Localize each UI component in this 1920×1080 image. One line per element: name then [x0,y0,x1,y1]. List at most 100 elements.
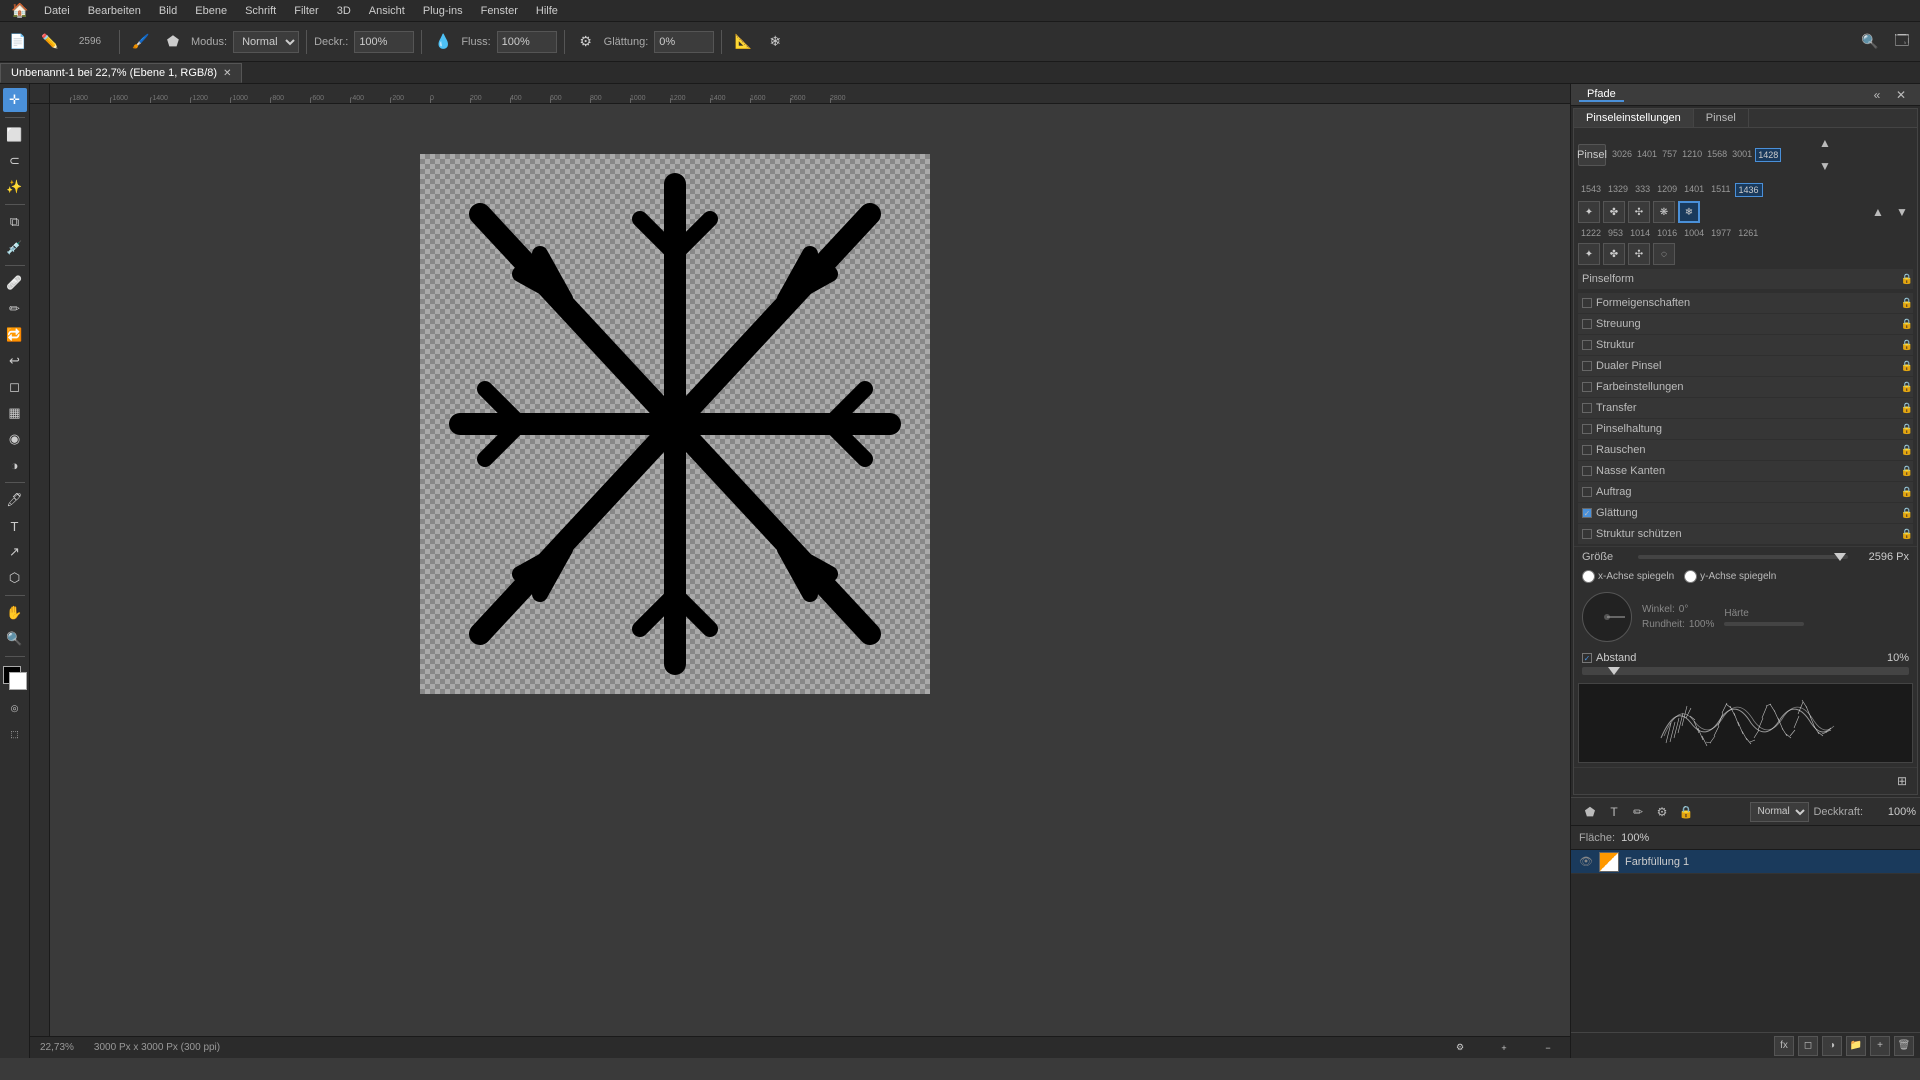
brush-nav-up[interactable]: ▲ [1867,201,1889,223]
tool-blur[interactable]: ◉ [3,427,27,451]
menu-ansicht[interactable]: Ansicht [361,3,413,19]
tool-path-select[interactable]: ↗ [3,540,27,564]
pinselhaltung-lock[interactable]: 🔒 [1901,424,1913,435]
pinselhaltung-row[interactable]: Pinselhaltung 🔒 [1578,419,1913,439]
transfer-lock[interactable]: 🔒 [1901,403,1913,414]
pfade-tab[interactable]: Pfade [1579,88,1624,102]
canvas-viewport[interactable] [50,104,1570,1036]
group-btn[interactable]: 📁 [1846,1036,1866,1056]
struktur-schutzen-lock[interactable]: 🔒 [1901,529,1913,540]
tool-brush[interactable]: ✏ [3,297,27,321]
tool-history-brush[interactable]: ↩ [3,349,27,373]
abstand-check[interactable] [1582,653,1592,663]
rauschen-row[interactable]: Rauschen 🔒 [1578,440,1913,460]
tool-hand[interactable]: ✋ [3,601,27,625]
layer-icon-3[interactable]: ✏ [1627,801,1649,823]
brush-icon-b3[interactable]: ✣ [1628,243,1650,265]
canvas-area[interactable]: -1800 -1600 -1400 -1200 -1000 -800 -600 … [30,84,1570,1058]
transfer-row[interactable]: Transfer 🔒 [1578,398,1913,418]
tool-crop[interactable]: ⧉ [3,210,27,234]
doc-tab-close[interactable]: ✕ [223,68,231,79]
streuung-lock[interactable]: 🔒 [1901,319,1913,330]
struktur-schutzen-row[interactable]: Struktur schützen 🔒 [1578,524,1913,544]
menu-hilfe[interactable]: Hilfe [528,3,566,19]
tool-heal[interactable]: 🩹 [3,271,27,295]
dualer-lock[interactable]: 🔒 [1901,361,1913,372]
brush-icon-selected[interactable]: ❄ [1678,201,1700,223]
brush-tab[interactable]: Pinsel [1694,109,1749,127]
farbeinstellungen-row[interactable]: Farbeinstellungen 🔒 [1578,377,1913,397]
tool-gradient[interactable]: ▦ [3,401,27,425]
blend-mode-select[interactable]: Normal [1750,802,1809,822]
brush-tool-btn[interactable]: ✏️ [36,28,64,56]
formeigenschaften-lock[interactable]: 🔒 [1901,298,1913,309]
angle-btn[interactable]: 📐 [729,28,757,56]
menu-plugins[interactable]: Plug-ins [415,3,471,19]
brush-icon-b1[interactable]: ✦ [1578,243,1600,265]
glattung-row[interactable]: ✓ Glättung 🔒 [1578,503,1913,523]
hardness-track[interactable] [1724,622,1804,626]
tool-pen[interactable]: 🖊 [3,488,27,512]
brush-scroll-down[interactable]: ▼ [1814,155,1836,177]
fluss-input[interactable] [497,31,557,53]
pinselform-lock[interactable]: 🔒 [1901,274,1913,285]
farbeinstellungen-lock[interactable]: 🔒 [1901,382,1913,393]
tool-eraser[interactable]: ◻ [3,375,27,399]
tool-text[interactable]: T [3,514,27,538]
add-mask-btn[interactable]: ◻ [1798,1036,1818,1056]
layer-icon-5[interactable]: 🔒 [1675,801,1697,823]
struktur-row[interactable]: Struktur 🔒 [1578,335,1913,355]
tool-eyedropper[interactable]: 💉 [3,236,27,260]
layer-icon-4[interactable]: ⚙ [1651,801,1673,823]
layer-icon-2[interactable]: T [1603,801,1625,823]
modus-select[interactable]: Normal [233,31,299,53]
airbrush-btn[interactable]: 💧 [429,28,457,56]
layer-eye-1[interactable]: 👁 [1579,855,1593,868]
angle-dial[interactable] [1582,592,1632,642]
brush-expand-btn[interactable]: ⊞ [1891,770,1913,792]
screen-mode-btn[interactable]: ⬚ [3,722,27,746]
pinselform-title[interactable]: Pinselform 🔒 [1578,269,1913,289]
layer-row-1[interactable]: 👁 Farbfüllung 1 [1571,850,1920,874]
home-btn[interactable]: 🏠 [6,0,34,25]
brush-icon-1[interactable]: ✦ [1578,201,1600,223]
menu-filter[interactable]: Filter [286,3,326,19]
x-achse-radio[interactable] [1582,570,1595,583]
nasse-kanten-lock[interactable]: 🔒 [1901,466,1913,477]
dualer-row[interactable]: Dualer Pinsel 🔒 [1578,356,1913,376]
abstand-slider[interactable] [1582,667,1909,675]
menu-bearbeiten[interactable]: Bearbeiten [80,3,149,19]
deckraft-input[interactable] [354,31,414,53]
layer-icon-1[interactable]: ⬟ [1579,801,1601,823]
menu-ebene[interactable]: Ebene [187,3,235,19]
tool-move[interactable]: ✛ [3,88,27,112]
y-achse-radio[interactable] [1684,570,1697,583]
zoom-out-btn[interactable]: − [1536,1036,1560,1059]
grosse-slider-track[interactable] [1638,555,1848,559]
tool-lasso[interactable]: ⊂ [3,149,27,173]
brush-preset-btn[interactable]: 🖌️ [127,28,155,56]
brush-icon-4[interactable]: ❋ [1653,201,1675,223]
menu-datei[interactable]: Datei [36,3,78,19]
rauschen-lock[interactable]: 🔒 [1901,445,1913,456]
status-settings-btn[interactable]: ⚙ [1448,1036,1472,1059]
tool-dodge[interactable]: ◑ [3,453,27,477]
glattung-input[interactable] [654,31,714,53]
brush-type-btn[interactable]: ⬟ [159,28,187,56]
nasse-kanten-row[interactable]: Nasse Kanten 🔒 [1578,461,1913,481]
struktur-lock[interactable]: 🔒 [1901,340,1913,351]
glattung-settings-btn[interactable]: ⚙ [572,28,600,56]
search-btn[interactable]: 🔍 [1856,28,1884,56]
menu-schrift[interactable]: Schrift [237,3,284,19]
menu-bild[interactable]: Bild [151,3,185,19]
quick-mask-btn[interactable]: ◎ [3,696,27,720]
adj-layer-btn[interactable]: ◑ [1822,1036,1842,1056]
symmetry-btn[interactable]: ❄ [761,28,789,56]
glattung-lock[interactable]: 🔒 [1901,508,1913,519]
brush-nav-down[interactable]: ▼ [1891,201,1913,223]
new-layer-btn[interactable]: + [1870,1036,1890,1056]
brush-settings-tab[interactable]: Pinseleinstellungen [1574,109,1694,127]
brush-icon-b2[interactable]: ✤ [1603,243,1625,265]
tool-marquee[interactable]: ⬜ [3,123,27,147]
pfade-close-btn[interactable]: ✕ [1890,84,1912,106]
